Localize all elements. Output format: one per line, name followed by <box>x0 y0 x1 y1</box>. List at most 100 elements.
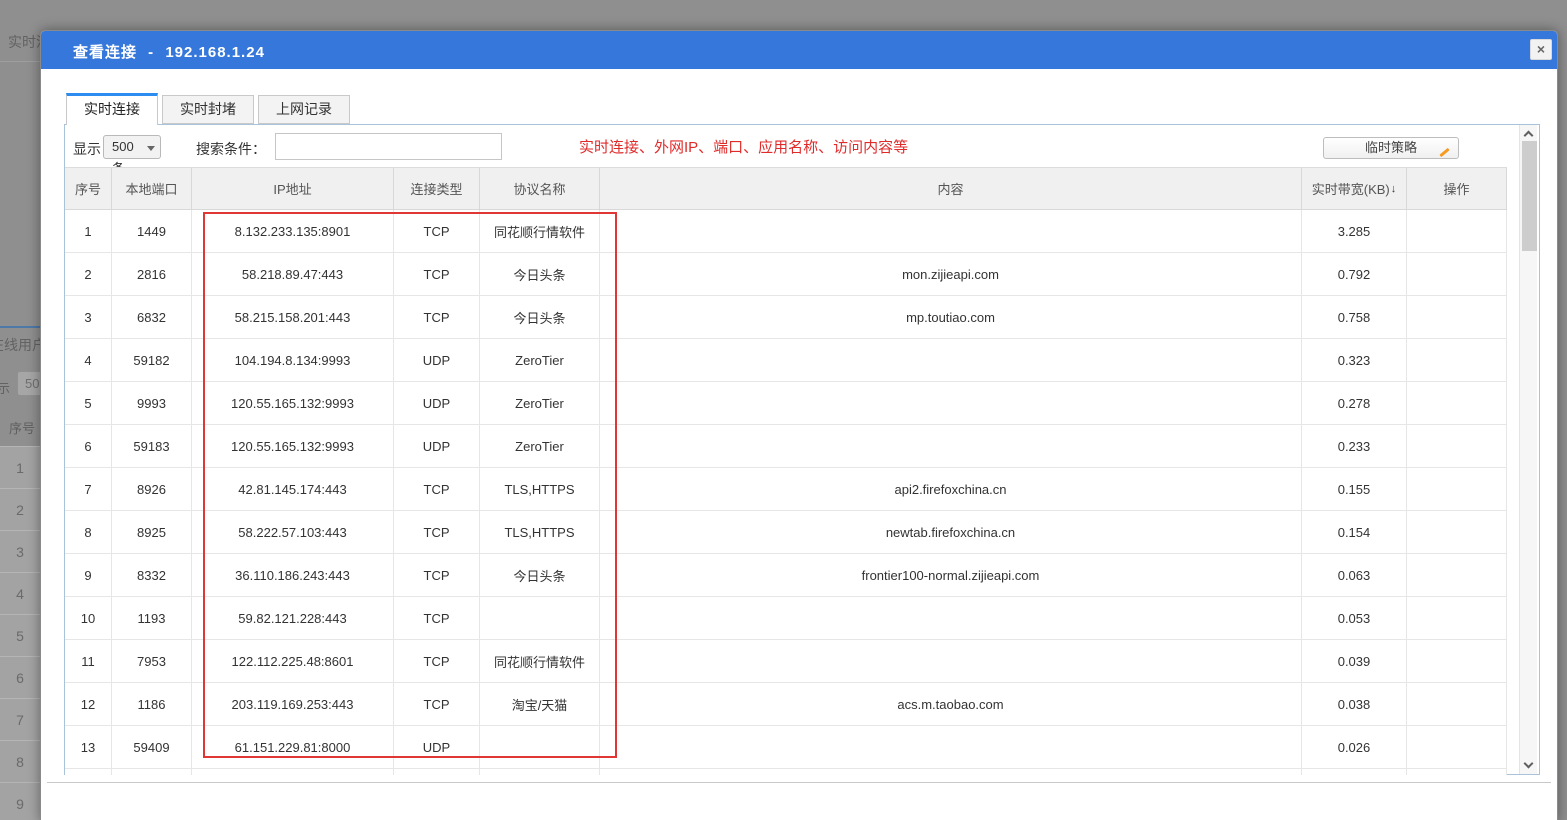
cell-action <box>1407 210 1507 252</box>
cell-ip: 120.55.165.132:9993 <box>192 425 394 467</box>
cell-content <box>600 597 1302 639</box>
cell-port: 1449 <box>112 210 192 252</box>
table-row: 135940961.151.229.81:8000UDP0.026 <box>65 726 1507 769</box>
search-label: 搜索条件： <box>196 139 266 159</box>
cell-protocol: 同花顺行情软件 <box>480 210 600 252</box>
cell-protocol: 今日头条 <box>480 554 600 596</box>
cell-no: 7 <box>65 468 112 510</box>
cell-protocol: ZeroTier <box>480 382 600 424</box>
column-header-1[interactable]: 本地端口 <box>112 168 192 209</box>
background-table-row: 6 <box>0 656 40 698</box>
cell-type: UDP <box>394 726 480 768</box>
scroll-down-icon[interactable] <box>1520 757 1537 774</box>
column-header-5[interactable]: 内容 <box>600 168 1302 209</box>
cell-type: UDP <box>394 425 480 467</box>
temporary-policy-button[interactable]: 临时策略 <box>1323 137 1459 159</box>
cell-protocol <box>480 726 600 768</box>
column-header-6[interactable]: 实时带宽(KB)↓ <box>1302 168 1407 209</box>
background-display-label: 显示 <box>0 378 10 397</box>
table-row: 59993120.55.165.132:9993UDPZeroTier0.278 <box>65 382 1507 425</box>
cell-bandwidth: 0.053 <box>1302 597 1407 639</box>
cell-no: 12 <box>65 683 112 725</box>
cell-type: TCP <box>394 511 480 553</box>
cell-content: frontier100-normal.zijieapi.com <box>600 554 1302 596</box>
tab-2[interactable]: 上网记录 <box>258 95 350 124</box>
cell-protocol: ZeroTier <box>480 425 600 467</box>
table-row: 121186203.119.169.253:443TCP淘宝/天猫acs.m.t… <box>65 683 1507 726</box>
display-count-select[interactable]: 500条 <box>103 135 161 159</box>
dialog-title: 查看连接 - 192.168.1.24 <box>73 41 265 62</box>
scrollbar-thumb[interactable] <box>1522 141 1537 251</box>
cell-type: UDP <box>394 339 480 381</box>
cell-no: 3 <box>65 296 112 338</box>
column-header-7[interactable]: 操作 <box>1407 168 1507 209</box>
cell-no: 6 <box>65 425 112 467</box>
column-header-2[interactable]: IP地址 <box>192 168 394 209</box>
cell-type: TCP <box>394 468 480 510</box>
cell-ip: 42.81.145.174:443 <box>192 468 394 510</box>
pencil-icon <box>1439 148 1449 157</box>
column-header-3[interactable]: 连接类型 <box>394 168 480 209</box>
cell-ip: 58.222.57.103:443 <box>192 511 394 553</box>
cell-content: acs.m.taobao.com <box>600 683 1302 725</box>
cell-bandwidth: 0.278 <box>1302 382 1407 424</box>
tab-0[interactable]: 实时连接 <box>66 93 158 125</box>
tabs: 实时连接实时封堵上网记录 <box>66 93 354 124</box>
background-table-row: 1 <box>0 446 40 488</box>
background-table-row: 5 <box>0 614 40 656</box>
cell-ip <box>192 769 394 775</box>
column-header-4[interactable]: 协议名称 <box>480 168 600 209</box>
cell-action <box>1407 769 1507 775</box>
cell-ip: 58.215.158.201:443 <box>192 296 394 338</box>
cell-ip: 8.132.233.135:8901 <box>192 210 394 252</box>
background-table-row: 7 <box>0 698 40 740</box>
cell-no: 2 <box>65 253 112 295</box>
cell-type: TCP <box>394 554 480 596</box>
cell-ip: 203.119.169.253:443 <box>192 683 394 725</box>
cell-bandwidth <box>1302 769 1407 775</box>
cell-content: newtab.firefoxchina.cn <box>600 511 1302 553</box>
scroll-up-icon[interactable] <box>1520 125 1537 142</box>
table-header-row: 序号本地端口IP地址连接类型协议名称内容实时带宽(KB)↓操作 <box>65 167 1507 210</box>
cell-bandwidth: 0.155 <box>1302 468 1407 510</box>
cell-action <box>1407 425 1507 467</box>
cell-type: TCP <box>394 683 480 725</box>
cell-type: TCP <box>394 597 480 639</box>
cell-bandwidth: 0.758 <box>1302 296 1407 338</box>
cell-no: 9 <box>65 554 112 596</box>
cell-no: 13 <box>65 726 112 768</box>
cell-bandwidth: 0.026 <box>1302 726 1407 768</box>
cell-bandwidth: 0.233 <box>1302 425 1407 467</box>
search-input[interactable] <box>275 133 502 160</box>
cell-action <box>1407 683 1507 725</box>
cell-port: 9993 <box>112 382 192 424</box>
tab-1[interactable]: 实时封堵 <box>162 95 254 124</box>
cell-no: 1 <box>65 210 112 252</box>
cell-action <box>1407 296 1507 338</box>
close-icon[interactable]: × <box>1530 39 1552 60</box>
view-connections-dialog: 查看连接 - 192.168.1.24 × 实时连接实时封堵上网记录 显示 50… <box>40 30 1558 820</box>
dialog-titlebar: 查看连接 - 192.168.1.24 × <box>41 31 1557 69</box>
table-row-partial <box>65 769 1507 775</box>
cell-content <box>600 640 1302 682</box>
cell-bandwidth: 0.792 <box>1302 253 1407 295</box>
cell-content <box>600 339 1302 381</box>
cell-port: 8926 <box>112 468 192 510</box>
background-column-header: 序号 <box>9 418 35 437</box>
cell-action <box>1407 253 1507 295</box>
cell-protocol: 淘宝/天猫 <box>480 683 600 725</box>
column-header-0[interactable]: 序号 <box>65 168 112 209</box>
vertical-scrollbar[interactable] <box>1519 125 1537 774</box>
cell-type: TCP <box>394 640 480 682</box>
cell-port: 59182 <box>112 339 192 381</box>
cell-no: 4 <box>65 339 112 381</box>
background-header-divider <box>0 61 45 62</box>
cell-protocol <box>480 769 600 775</box>
cell-port: 8925 <box>112 511 192 553</box>
cell-content <box>600 382 1302 424</box>
cell-port: 8332 <box>112 554 192 596</box>
cell-ip: 122.112.225.48:8601 <box>192 640 394 682</box>
cell-content <box>600 425 1302 467</box>
cell-action <box>1407 511 1507 553</box>
sort-desc-icon: ↓ <box>1391 183 1397 195</box>
